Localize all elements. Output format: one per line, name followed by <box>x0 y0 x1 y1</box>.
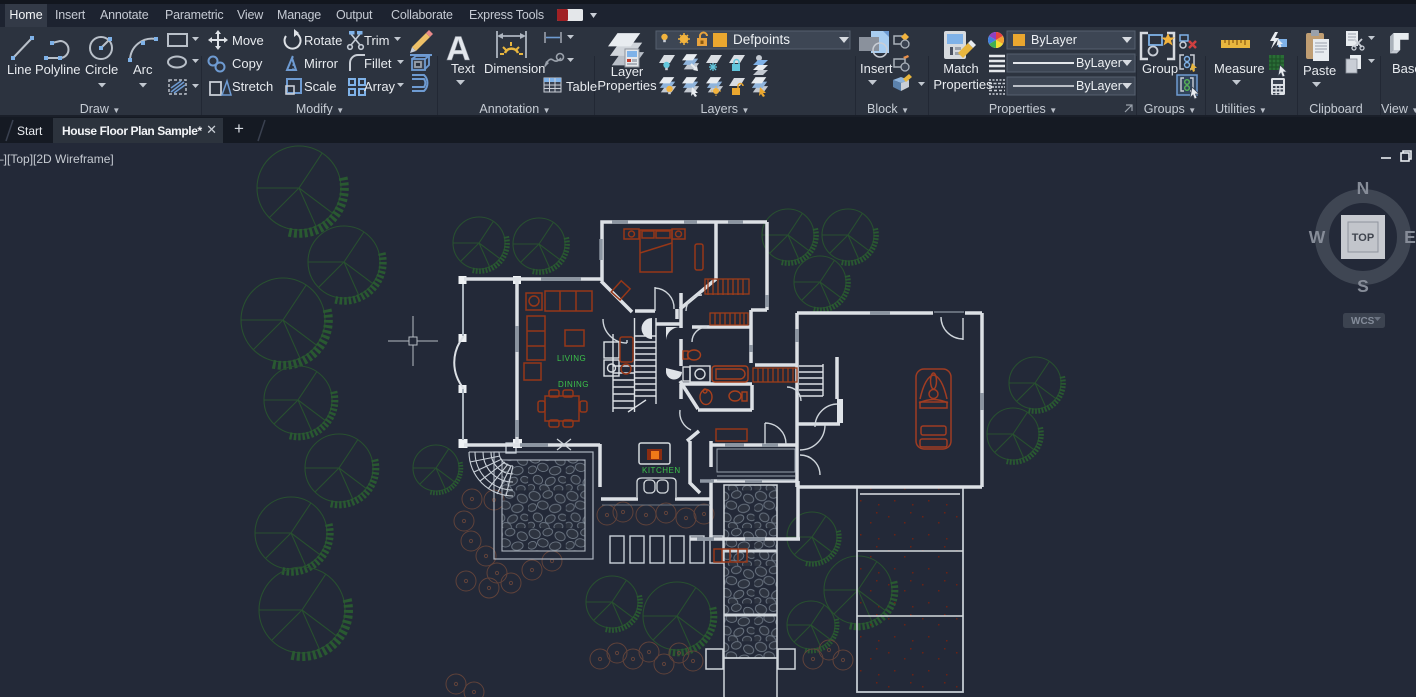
svg-text:WCS: WCS <box>1351 316 1375 327</box>
svg-text:ByLayer: ByLayer <box>1076 56 1122 70</box>
svg-text:DINING: DINING <box>558 380 589 389</box>
svg-text:Properties: Properties <box>933 77 993 92</box>
svg-text:Line: Line <box>7 62 32 77</box>
svg-text:Measure: Measure <box>1214 61 1265 76</box>
svg-text:Scale: Scale <box>304 79 337 94</box>
svg-text:Dimension: Dimension <box>484 61 545 76</box>
svg-text:Text: Text <box>451 61 475 76</box>
svg-text:Defpoints: Defpoints <box>733 32 790 47</box>
svg-text:Base: Base <box>1392 61 1416 76</box>
svg-text:Arc: Arc <box>133 62 153 77</box>
svg-text:–][Top][2D Wireframe]: –][Top][2D Wireframe] <box>0 152 114 166</box>
svg-text:E: E <box>1404 227 1416 247</box>
svg-text:ByLayer: ByLayer <box>1076 79 1122 93</box>
svg-text:ByLayer: ByLayer <box>1031 33 1077 47</box>
svg-text:Stretch: Stretch <box>232 79 273 94</box>
svg-text:Trim: Trim <box>364 33 390 48</box>
svg-text:Mirror: Mirror <box>304 56 339 71</box>
svg-text:Copy: Copy <box>232 56 263 71</box>
svg-text:LIVING: LIVING <box>557 354 586 363</box>
svg-text:Array: Array <box>364 79 396 94</box>
svg-text:Rotate: Rotate <box>304 33 342 48</box>
svg-text:N: N <box>1357 178 1370 198</box>
svg-text:Insert: Insert <box>860 61 893 76</box>
svg-text:Move: Move <box>232 33 264 48</box>
svg-text:Table: Table <box>566 79 597 94</box>
svg-text:Paste: Paste <box>1303 63 1336 78</box>
svg-text:Group: Group <box>1142 61 1178 76</box>
svg-text:Layer: Layer <box>611 64 644 79</box>
svg-text:Fillet: Fillet <box>364 56 392 71</box>
svg-text:KITCHEN: KITCHEN <box>642 466 681 475</box>
svg-text:S: S <box>1357 276 1369 296</box>
svg-text:Circle: Circle <box>85 62 118 77</box>
svg-text:W: W <box>1309 227 1326 247</box>
svg-text:Match: Match <box>943 61 978 76</box>
svg-text:Polyline: Polyline <box>35 62 81 77</box>
svg-text:TOP: TOP <box>1352 232 1374 244</box>
svg-text:Properties: Properties <box>597 78 657 93</box>
